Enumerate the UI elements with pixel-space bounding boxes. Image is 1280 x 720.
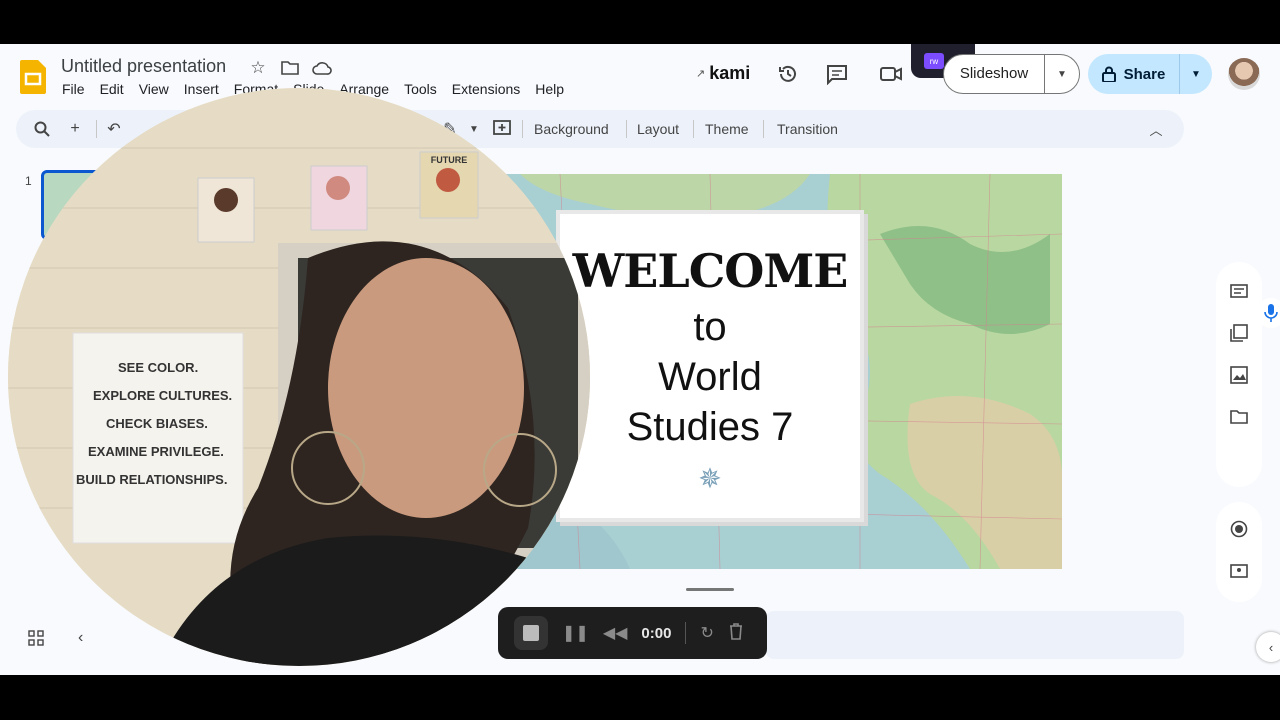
poster-line-1: SEE COLOR. bbox=[118, 360, 198, 375]
slideshow-dropdown-icon[interactable]: ▼ bbox=[1045, 69, 1079, 80]
cloud-icon[interactable] bbox=[312, 58, 332, 78]
gallery-icon[interactable] bbox=[1228, 322, 1250, 344]
compass-star-icon: ✵ bbox=[698, 463, 722, 494]
delete-icon[interactable] bbox=[728, 622, 744, 645]
plus-icon[interactable]: + bbox=[65, 119, 85, 139]
recorder-divider bbox=[685, 622, 687, 644]
move-folder-icon[interactable] bbox=[280, 58, 300, 78]
toolbar-divider bbox=[693, 120, 694, 138]
recorder-bar: ❚❚ ◀◀ 0:00 ↻ bbox=[498, 607, 767, 659]
menu-insert[interactable]: Insert bbox=[184, 81, 219, 97]
kami-label: kami bbox=[709, 63, 751, 83]
notes-resize-handle[interactable] bbox=[686, 588, 734, 591]
poster-line-2: EXPLORE CULTURES. bbox=[93, 388, 232, 403]
pause-icon[interactable]: ❚❚ bbox=[562, 623, 589, 643]
menu-file[interactable]: File bbox=[62, 81, 85, 97]
slides-logo-icon[interactable] bbox=[20, 60, 46, 94]
share-label: Share bbox=[1123, 65, 1166, 83]
document-title[interactable]: Untitled presentation bbox=[61, 56, 226, 77]
webcam-scene: FUTURE SEE COLOR. EXPLORE CULTURES. CHEC… bbox=[8, 88, 590, 666]
search-icon[interactable] bbox=[32, 119, 52, 139]
slideshow-label[interactable]: Slideshow bbox=[944, 55, 1045, 93]
poster-line-5: BUILD RELATIONSHIPS. bbox=[76, 472, 227, 487]
transition-button[interactable]: Transition bbox=[777, 121, 838, 137]
external-link-icon: ↗ bbox=[696, 68, 706, 80]
microphone-icon[interactable] bbox=[1256, 298, 1280, 328]
star-icon[interactable]: ☆ bbox=[248, 58, 268, 78]
side-group-top bbox=[1216, 262, 1262, 487]
stop-icon bbox=[523, 625, 539, 641]
undo-icon[interactable]: ↶ bbox=[104, 119, 124, 139]
menu-tools[interactable]: Tools bbox=[404, 81, 437, 97]
record-icon[interactable] bbox=[1228, 518, 1250, 540]
expand-side-panel-icon[interactable]: ‹ bbox=[1256, 632, 1280, 662]
recording-time: 0:00 bbox=[641, 624, 672, 642]
camera-icon[interactable] bbox=[878, 61, 904, 87]
image-icon[interactable] bbox=[1228, 364, 1250, 386]
face bbox=[328, 258, 524, 518]
background-button[interactable]: Background bbox=[534, 121, 609, 137]
restart-icon[interactable]: ↻ bbox=[700, 623, 713, 643]
rewind-icon[interactable]: ◀◀ bbox=[603, 623, 628, 643]
kami-button[interactable]: ↗ kami bbox=[696, 63, 750, 84]
slide-number: 1 bbox=[25, 174, 32, 188]
layout-button[interactable]: Layout bbox=[637, 121, 679, 137]
side-group-bottom bbox=[1216, 502, 1262, 602]
video-add-icon[interactable] bbox=[1228, 560, 1250, 582]
webcam-bubble[interactable]: FUTURE SEE COLOR. EXPLORE CULTURES. CHEC… bbox=[8, 88, 590, 666]
slide-line-world: World bbox=[658, 355, 762, 399]
menu-view[interactable]: View bbox=[139, 81, 169, 97]
lock-icon bbox=[1101, 66, 1116, 82]
theme-button[interactable]: Theme bbox=[705, 121, 749, 137]
folder-icon[interactable] bbox=[1228, 406, 1250, 428]
menu-extensions[interactable]: Extensions bbox=[452, 81, 520, 97]
stop-button[interactable] bbox=[514, 616, 548, 650]
share-button[interactable]: Share ▼ bbox=[1088, 54, 1212, 94]
toolbar-divider bbox=[626, 120, 627, 138]
toolbar-divider bbox=[522, 120, 523, 138]
add-comment-icon[interactable] bbox=[492, 119, 512, 139]
avatar[interactable] bbox=[1228, 58, 1260, 90]
share-dropdown-icon[interactable]: ▼ bbox=[1180, 69, 1212, 80]
poster-line-3: CHECK BIASES. bbox=[106, 416, 208, 431]
title-actions: ☆ bbox=[248, 58, 332, 78]
chevron-down-icon[interactable]: ▼ bbox=[464, 119, 484, 139]
side-panel bbox=[1216, 262, 1262, 602]
poster-line-4: EXAMINE PRIVILEGE. bbox=[88, 444, 224, 459]
speaker-notes[interactable] bbox=[766, 611, 1184, 659]
history-icon[interactable] bbox=[775, 61, 801, 87]
slideshow-button[interactable]: Slideshow ▼ bbox=[943, 54, 1080, 94]
toolbar-divider bbox=[96, 120, 97, 138]
slide-line-studies: Studies 7 bbox=[626, 405, 794, 449]
chevron-left-icon[interactable]: ‹ bbox=[78, 629, 83, 647]
share-main[interactable]: Share bbox=[1088, 54, 1180, 94]
extension-badge-icon: rw bbox=[923, 53, 944, 69]
poster-top-label: FUTURE bbox=[431, 155, 468, 165]
notes-panel-icon[interactable] bbox=[1228, 280, 1250, 302]
slide-heading: WELCOME bbox=[572, 244, 849, 298]
title-card[interactable]: WELCOME to World Studies 7 ✵ bbox=[556, 210, 864, 522]
comment-icon[interactable] bbox=[824, 61, 850, 87]
menu-edit[interactable]: Edit bbox=[100, 81, 124, 97]
toolbar-divider bbox=[763, 120, 764, 138]
slide-line-to: to bbox=[693, 305, 727, 349]
grid-view-icon[interactable] bbox=[28, 630, 44, 651]
collapse-icon[interactable]: ︿ bbox=[1146, 119, 1166, 139]
menu-help[interactable]: Help bbox=[535, 81, 564, 97]
